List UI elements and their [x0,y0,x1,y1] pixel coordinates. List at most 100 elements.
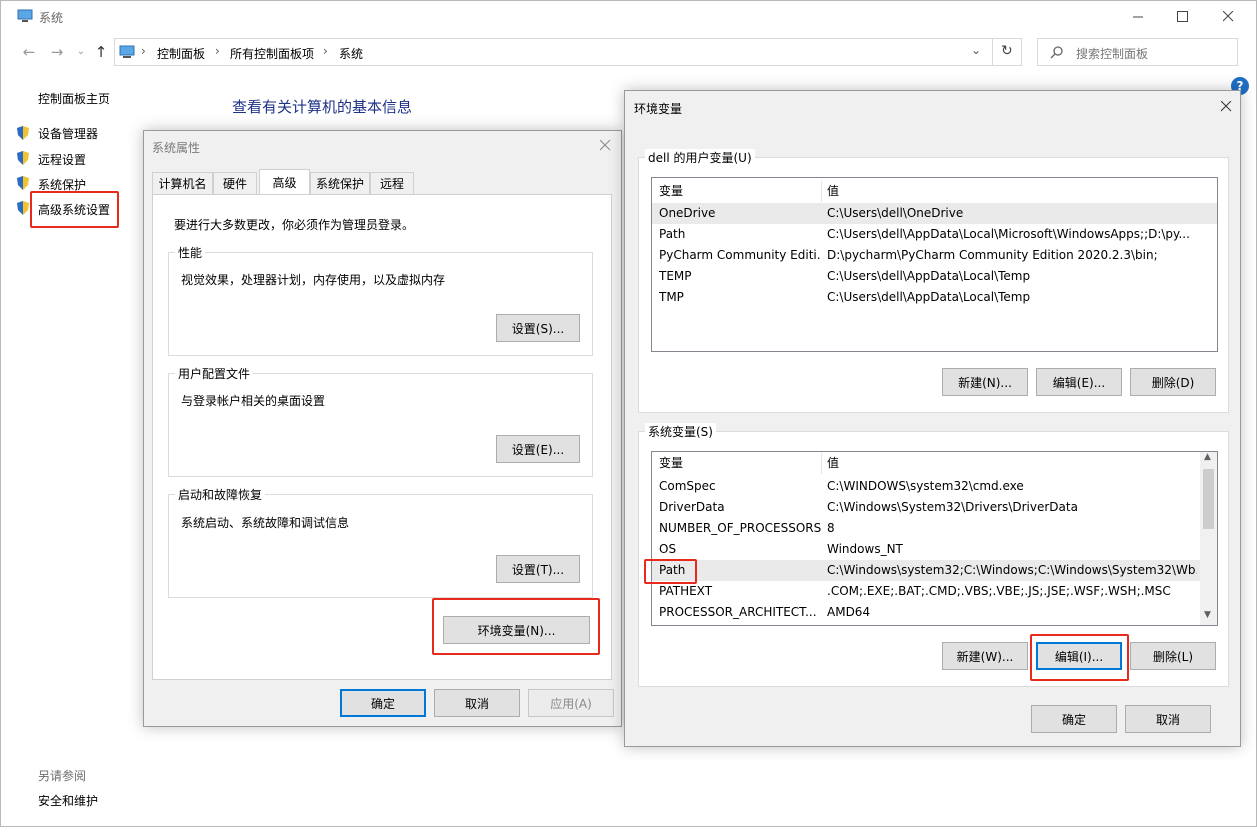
scrollbar-thumb[interactable] [1203,469,1214,529]
tab-system-protection[interactable]: 系统保护 [310,172,370,194]
scroll-up-icon[interactable]: ▲ [1204,452,1211,462]
shield-icon [17,176,29,190]
page-heading: 查看有关计算机的基本信息 [232,98,413,116]
close-icon[interactable] [1221,101,1232,112]
shield-icon [17,126,29,140]
column-divider [821,453,822,474]
group-title: 用户配置文件 [175,365,254,382]
variable-value: Windows_NT [827,542,903,556]
security-maintenance-link[interactable]: 安全和维护 [38,792,98,809]
user-variables-list[interactable]: 变量 值 OneDrive C:\Users\dell\OneDrive Pat… [651,177,1218,352]
variable-value: C:\Windows\System32\Drivers\DriverData [827,500,1078,514]
list-item[interactable]: OS Windows_NT [652,539,1217,560]
list-header: 变量 值 [652,453,1217,474]
chevron-down-icon[interactable]: ⌄ [971,43,981,57]
minimize-button[interactable] [1115,1,1161,31]
performance-settings-button[interactable]: 设置(S)... [496,314,580,342]
group-title: 性能 [175,244,206,261]
apply-button[interactable]: 应用(A) [528,689,614,717]
variable-value: C:\Windows\system32;C:\Windows;C:\Window… [827,563,1197,577]
tab-advanced[interactable]: 高级 [259,169,310,194]
list-item[interactable]: PyCharm Community Editi... D:\pycharm\Py… [652,245,1217,266]
environment-variables-dialog: 环境变量 dell 的用户变量(U) 变量 值 OneDrive C:\User… [624,90,1241,747]
up-button[interactable]: ↑ [91,42,111,62]
close-icon [1222,10,1233,21]
user-delete-button[interactable]: 删除(D) [1130,368,1216,396]
group-title: 系统变量(S) [645,423,716,440]
system-properties-dialog: 系统属性 计算机名 硬件 高级 系统保护 远程 要进行大多数更改，你必须作为管理… [143,130,622,727]
breadcrumb-system[interactable]: 系统 [339,45,363,62]
ok-button[interactable]: 确定 [1031,705,1117,733]
recent-button[interactable]: ⌄ [71,42,91,62]
scrollbar[interactable]: ▲ ▼ [1200,452,1217,625]
user-variables-group: dell 的用户变量(U) 变量 值 OneDrive C:\Users\del… [638,149,1229,413]
breadcrumb-separator: › [323,44,328,58]
control-panel-home-link[interactable]: 控制面板主页 [38,90,110,107]
breadcrumb-separator: › [215,44,220,58]
list-item[interactable]: NUMBER_OF_PROCESSORS 8 [652,518,1217,539]
list-item[interactable]: DriverData C:\Windows\System32\Drivers\D… [652,497,1217,518]
computer-icon [17,9,33,22]
tab-remote[interactable]: 远程 [370,172,414,194]
list-item[interactable]: Path C:\Windows\system32;C:\Windows;C:\W… [652,560,1217,581]
user-profile-group: 用户配置文件 与登录帐户相关的桌面设置 设置(E)... [168,365,593,477]
list-item[interactable]: TEMP C:\Users\dell\AppData\Local\Temp [652,266,1217,287]
tab-computer-name[interactable]: 计算机名 [152,172,213,194]
list-item[interactable]: PATHEXT .COM;.EXE;.BAT;.CMD;.VBS;.VBE;.J… [652,581,1217,602]
forward-button[interactable]: → [47,42,67,62]
variable-value: .COM;.EXE;.BAT;.CMD;.VBS;.VBE;.JS;.JSE;.… [827,584,1171,598]
title-bar: 系统 [1,1,1256,31]
variable-name: TEMP [659,269,692,283]
cancel-button[interactable]: 取消 [434,689,520,717]
cancel-button[interactable]: 取消 [1125,705,1211,733]
scroll-down-icon[interactable]: ▼ [1204,610,1211,620]
sidebar-item-remote-settings[interactable]: 远程设置 [38,151,86,168]
see-also-header: 另请参阅 [38,769,87,783]
system-new-button[interactable]: 新建(W)... [942,642,1028,670]
group-description: 系统启动、系统故障和调试信息 [181,516,350,530]
group-title: 启动和故障恢复 [175,486,266,503]
user-new-button[interactable]: 新建(N)... [942,368,1028,396]
system-variables-list[interactable]: 变量 值 ComSpec C:\WINDOWS\system32\cmd.exe… [651,451,1218,626]
column-header-value[interactable]: 值 [827,181,1197,202]
variable-name: Path [659,227,686,241]
breadcrumb-separator: › [141,44,146,58]
back-button[interactable]: ← [19,42,39,62]
maximize-button[interactable] [1159,1,1205,31]
address-bar[interactable]: › 控制面板 › 所有控制面板项 › 系统 ⌄ ↻ [114,38,1022,66]
close-button[interactable] [1205,1,1251,31]
list-item[interactable]: Path C:\Users\dell\AppData\Local\Microso… [652,224,1217,245]
list-item[interactable]: PROCESSOR_ARCHITECT... AMD64 [652,602,1217,623]
search-icon [1050,46,1063,59]
list-item[interactable]: TMP C:\Users\dell\AppData\Local\Temp [652,287,1217,308]
tab-hardware[interactable]: 硬件 [213,172,257,194]
variable-value: C:\Users\dell\AppData\Local\Temp [827,269,1031,283]
user-profile-settings-button[interactable]: 设置(E)... [496,435,580,463]
control-panel-icon [119,45,135,58]
column-header-variable[interactable]: 变量 [659,181,821,202]
group-title: dell 的用户变量(U) [645,149,755,166]
system-delete-button[interactable]: 删除(L) [1130,642,1216,670]
column-header-value[interactable]: 值 [827,453,1197,474]
maximize-icon [1176,10,1188,22]
user-edit-button[interactable]: 编辑(E)... [1036,368,1122,396]
refresh-icon[interactable]: ↻ [1001,43,1013,59]
breadcrumb-all-items[interactable]: 所有控制面板项 [230,45,314,62]
column-header-variable[interactable]: 变量 [659,453,821,474]
variable-name: TMP [659,290,684,304]
startup-settings-button[interactable]: 设置(T)... [496,555,580,583]
address-row: ← → ⌄ ↑ › 控制面板 › 所有控制面板项 › 系统 ⌄ ↻ 搜索控制面板 [1,36,1256,68]
highlight-env-button [432,598,600,655]
ok-button[interactable]: 确定 [340,689,426,717]
variable-name: PROCESSOR_ARCHITECT... [659,605,817,619]
list-item[interactable]: ComSpec C:\WINDOWS\system32\cmd.exe [652,476,1217,497]
advanced-tab-panel: 要进行大多数更改，你必须作为管理员登录。 性能 视觉效果，处理器计划，内存使用，… [152,194,612,680]
list-item[interactable]: OneDrive C:\Users\dell\OneDrive [652,203,1217,224]
search-input[interactable]: 搜索控制面板 [1037,38,1238,66]
breadcrumb-control-panel[interactable]: 控制面板 [157,45,205,62]
sidebar-item-device-manager[interactable]: 设备管理器 [38,125,98,142]
close-icon[interactable] [600,140,611,151]
variable-value: C:\Users\dell\AppData\Local\Temp [827,290,1031,304]
variable-name: PyCharm Community Editi... [659,248,821,262]
highlight-edit-button [1030,634,1129,681]
